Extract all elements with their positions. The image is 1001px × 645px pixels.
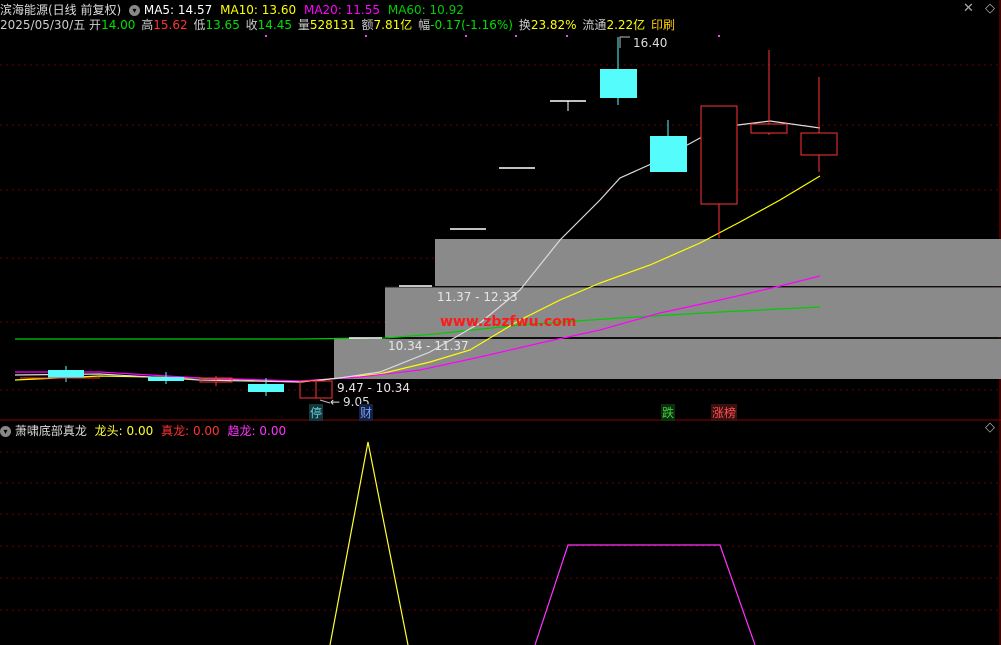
candle [750,123,788,134]
watermark: www.zbzfwu.com [440,314,577,330]
stock-title[interactable]: 滨海能源(日线 前复权) [0,3,121,17]
volume-value: 528131 [309,18,356,32]
low-label: 低 [193,18,206,32]
candle [800,132,838,156]
close-label: 收 [245,18,258,32]
amount-value: 7.81亿 [373,18,413,32]
trend-dragon-label: 趋龙: [227,424,256,438]
ma5-value: MA5: 14.57 [143,3,213,17]
print-button[interactable]: 印刷 [651,18,675,32]
tag-finance[interactable]: 财 [359,404,374,421]
candle [148,377,184,381]
candle [248,384,284,392]
turnover-value: 23.82% [530,18,577,32]
high-value: 15.62 [153,18,188,32]
open-value: 14.00 [101,18,136,32]
change-value: -0.17(-1.16%) [430,18,513,32]
tag-rise-list[interactable]: 涨榜 [711,404,738,421]
true-dragon-value: 0.00 [192,424,220,438]
zone-label-2: 10.34 - 11.37 [388,339,469,353]
tag-suspend[interactable]: 停 [309,404,324,421]
change-label: 幅 [418,18,431,32]
ma20-value: MA20: 11.55 [303,3,381,17]
support-zones [334,239,1001,379]
candle [700,105,738,205]
tag-drop[interactable]: 跌 [661,404,676,421]
settings-diamond-icon[interactable]: ◇ [985,1,995,16]
ma60-value: MA60: 10.92 [387,3,464,17]
ma10-value: MA10: 13.60 [220,3,297,17]
zone-3 [435,239,1001,286]
low-value: 13.65 [205,18,240,32]
dragon-head-line [329,441,409,645]
float-value: 2.22亿 [606,18,646,32]
date-value: 2025/05/30/五 [0,18,86,32]
dropdown-icon[interactable]: ▾ [129,5,141,16]
zone-label-3: 11.37 - 12.33 [437,290,518,304]
close-icon[interactable]: ✕ [963,1,974,16]
close-value: 14.45 [257,18,293,32]
indicator-name[interactable]: 萧啸底部真龙 [15,424,87,438]
amount-label: 额 [361,18,374,32]
candle [600,69,637,98]
open-label: 开 [89,18,102,32]
float-label: 流通 [582,18,607,32]
indicator-diamond-icon[interactable]: ◇ [985,420,995,435]
high-price-label: 16.40 [633,36,668,50]
trend-dragon-value: 0.00 [259,424,287,438]
dragon-head-label: 龙头: [94,424,123,438]
indicator-dropdown-icon[interactable]: ▾ [0,426,11,437]
indicator-header: ▾ 萧啸底部真龙 龙头: 0.00 真龙: 0.00 趋龙: 0.00 [0,422,286,439]
candle [48,370,84,378]
dragon-head-value: 0.00 [126,424,154,438]
trend-dragon-line [534,544,756,645]
low-arrow-icon: ← [330,395,341,409]
chart-header: 滨海能源(日线 前复权) ▾ MA5: 14.57 MA10: 13.60 MA… [0,0,1001,40]
volume-label: 量 [297,18,310,32]
turnover-label: 换 [518,18,531,32]
high-label: 高 [141,18,154,32]
zone-label-1: 9.47 - 10.34 [337,381,411,395]
true-dragon-label: 真龙: [161,424,190,438]
candle [650,136,687,172]
